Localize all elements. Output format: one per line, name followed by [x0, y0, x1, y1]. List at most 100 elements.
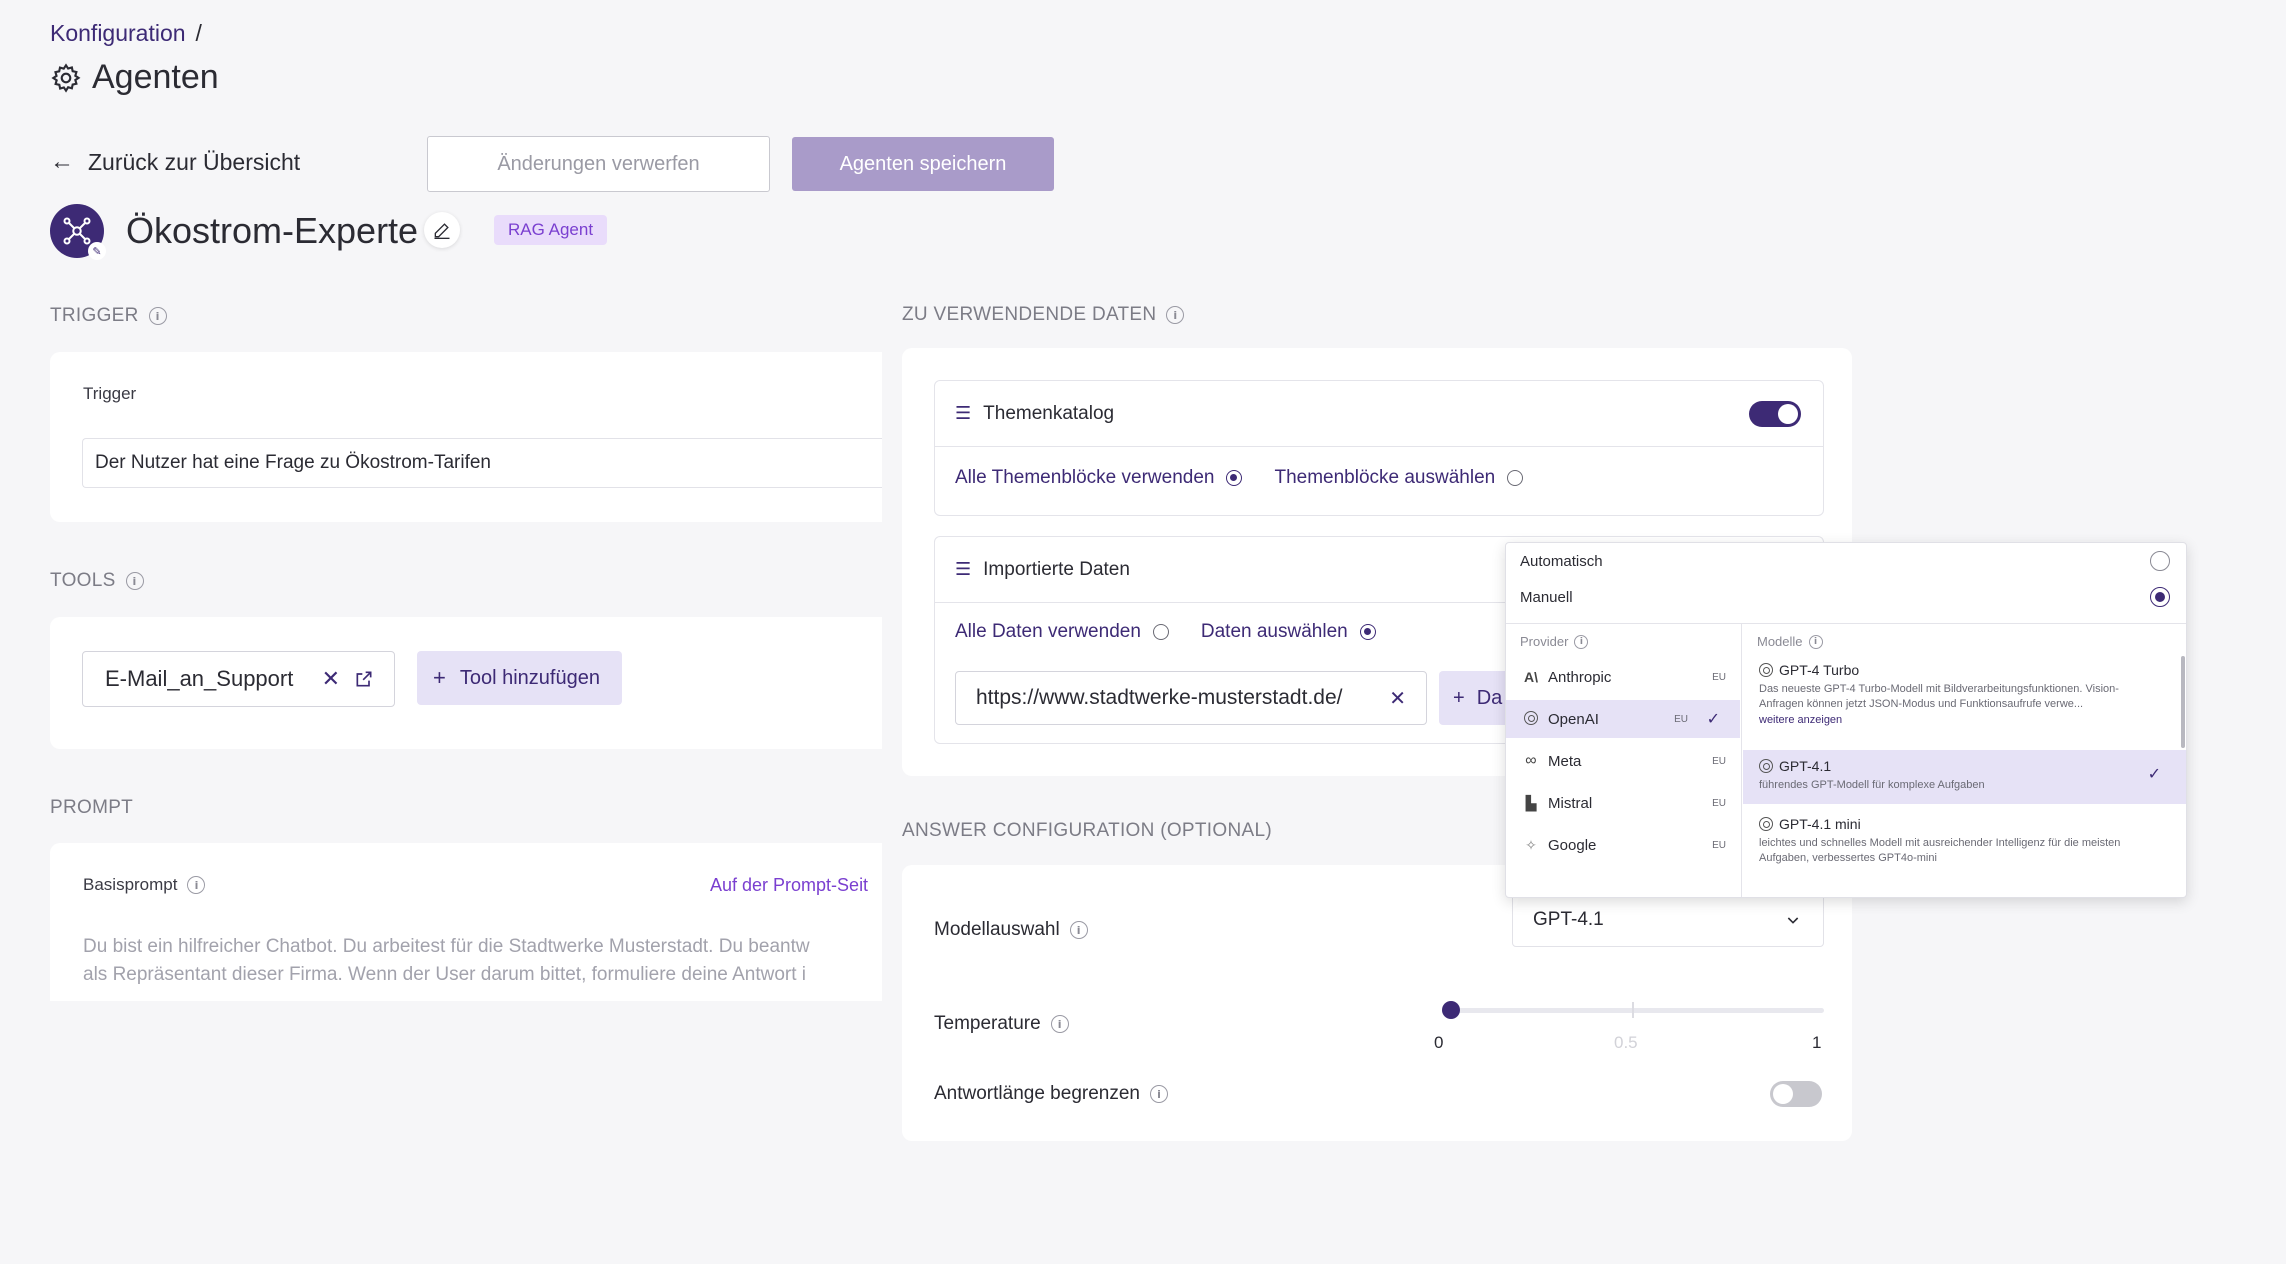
mode-automatic[interactable]: Automatisch: [1506, 543, 2186, 579]
pencil-icon: [434, 223, 450, 239]
option-all-themes[interactable]: Alle Themenblöcke verwenden: [955, 467, 1214, 489]
model-select[interactable]: GPT-4.1: [1512, 893, 1824, 947]
add-data-label: Da: [1476, 686, 1503, 709]
radio-select-themes[interactable]: [1507, 470, 1524, 486]
trigger-input-value: Der Nutzer hat eine Frage zu Ökostrom-Ta…: [95, 452, 491, 473]
model-description: Das neueste GPT-4 Turbo-Modell mit Bildv…: [1759, 683, 2119, 695]
info-icon[interactable]: i: [125, 572, 144, 590]
model-gpt41[interactable]: GPT-4.1 führendes GPT-Modell für komplex…: [1743, 750, 2186, 804]
tool-chip[interactable]: E-Mail_an_Support ✕: [82, 651, 395, 707]
catalog-toggle[interactable]: [1749, 401, 1801, 427]
google-icon: ✧: [1525, 836, 1537, 853]
info-icon[interactable]: i: [1166, 306, 1185, 324]
list-icon: ☰: [955, 403, 972, 423]
provider-openai[interactable]: OpenAI EU ✓: [1506, 700, 1740, 738]
model-description: Aufgaben, verbessertes GPT4o-mini: [1759, 852, 1937, 864]
models-header: Modelle i: [1757, 634, 1823, 649]
provider-header: Provider i: [1520, 634, 1589, 649]
model-gpt4-turbo[interactable]: GPT-4 Turbo Das neueste GPT-4 Turbo-Mode…: [1743, 662, 2186, 726]
trigger-input[interactable]: Der Nutzer hat eine Frage zu Ökostrom-Ta…: [82, 438, 882, 488]
model-gpt41-mini[interactable]: GPT-4.1 mini leichtes und schnelles Mode…: [1743, 816, 2186, 866]
url-chip-label: https://www.stadtwerke-musterstadt.de/: [976, 686, 1343, 709]
length-toggle[interactable]: [1770, 1081, 1822, 1107]
toggle-knob: [1773, 1084, 1793, 1104]
save-button[interactable]: Agenten speichern: [792, 137, 1054, 191]
imported-options: Alle Daten verwenden Daten auswählen: [955, 621, 1376, 643]
radio-manual[interactable]: [2150, 587, 2170, 607]
remove-url-icon[interactable]: ✕: [1389, 686, 1406, 711]
option-all-data[interactable]: Alle Daten verwenden: [955, 621, 1141, 643]
check-icon: ✓: [1706, 711, 1720, 728]
info-icon[interactable]: i: [1050, 1015, 1069, 1033]
model-dropdown: Automatisch Manuell Provider i A\ Anthro…: [1505, 542, 2187, 898]
show-more-link[interactable]: weitere anzeigen: [1759, 714, 2167, 726]
info-icon[interactable]: i: [1808, 634, 1823, 649]
provider-anthropic[interactable]: A\ Anthropic EU: [1506, 658, 1740, 696]
openai-icon: [1522, 710, 1540, 728]
tools-section-title: TOOLS i: [50, 570, 144, 592]
temperature-slider[interactable]: [1442, 1000, 1824, 1020]
info-icon[interactable]: i: [1574, 634, 1589, 649]
page-title-text: Agenten: [92, 58, 219, 96]
discard-button[interactable]: Änderungen verwerfen: [427, 136, 770, 192]
models-scrollbar[interactable]: [2181, 656, 2185, 748]
back-link-label: Zurück zur Übersicht: [88, 148, 301, 175]
provider-google[interactable]: ✧ Google EU: [1506, 826, 1740, 864]
openai-icon: [1759, 663, 1773, 677]
info-icon[interactable]: i: [1069, 921, 1088, 939]
agent-type-badge: RAG Agent: [494, 215, 608, 245]
trigger-section-title: TRIGGER i: [50, 305, 167, 327]
prompt-card: Basisprompt i Auf der Prompt-Seit Du bis…: [50, 843, 882, 1001]
option-select-data[interactable]: Daten auswählen: [1201, 621, 1348, 643]
meta-icon: ∞: [1525, 752, 1537, 769]
provider-meta[interactable]: ∞ Meta EU: [1506, 742, 1740, 780]
avatar-edit-icon[interactable]: ✎: [88, 242, 106, 260]
radio-all-data[interactable]: [1152, 624, 1169, 640]
option-select-themes[interactable]: Themenblöcke auswählen: [1274, 467, 1495, 489]
catalog-box: ☰ Themenkatalog Alle Themenblöcke verwen…: [934, 380, 1824, 516]
provider-mistral[interactable]: ▙ Mistral EU: [1506, 784, 1740, 822]
radio-select-data[interactable]: [1359, 624, 1376, 640]
plus-icon: +: [1453, 686, 1465, 709]
prompt-page-link[interactable]: Auf der Prompt-Seit: [710, 875, 868, 896]
remove-tool-icon[interactable]: ✕: [322, 666, 340, 692]
temp-max-label: 1: [1812, 1033, 1822, 1052]
edit-name-button[interactable]: [424, 212, 460, 248]
tool-chip-label: E-Mail_an_Support: [105, 666, 294, 691]
model-description: leichtes und schnelles Modell mit ausrei…: [1759, 837, 2121, 849]
agent-avatar[interactable]: ✎: [50, 204, 106, 260]
answer-config-section-title: ANSWER CONFIGURATION (OPTIONAL): [902, 820, 1272, 841]
openai-icon: [1759, 817, 1773, 831]
breadcrumb-konfiguration[interactable]: Konfiguration: [50, 20, 186, 47]
data-section-title: ZU VERWENDENDE DATEN i: [902, 304, 1185, 326]
external-link-icon[interactable]: [354, 669, 374, 689]
radio-automatic[interactable]: [2150, 551, 2170, 571]
list-icon: ☰: [955, 559, 972, 579]
catalog-options: Alle Themenblöcke verwenden Themenblöcke…: [955, 467, 1524, 489]
info-icon[interactable]: i: [1149, 1085, 1168, 1103]
provider-column: Provider i A\ Anthropic EU OpenAI EU ✓ ∞…: [1506, 624, 1742, 897]
prompt-text-line: als Repräsentant dieser Firma. Wenn der …: [83, 964, 807, 985]
prompt-text[interactable]: Du bist ein hilfreicher Chatbot. Du arbe…: [83, 933, 810, 989]
add-tool-button[interactable]: + Tool hinzufügen: [417, 651, 622, 705]
discard-button-label: Änderungen verwerfen: [497, 152, 700, 175]
catalog-title: Themenkatalog: [983, 402, 1115, 424]
gear-icon: [51, 62, 81, 93]
prompt-text-line: Du bist ein hilfreicher Chatbot. Du arbe…: [83, 936, 810, 957]
slider-thumb[interactable]: [1442, 1001, 1460, 1019]
info-icon[interactable]: i: [148, 307, 167, 325]
temp-mid-label: 0.5: [1614, 1033, 1638, 1052]
model-description: Anfragen können jetzt JSON-Modus und Fun…: [1759, 698, 2084, 710]
plus-icon: +: [433, 665, 446, 690]
info-icon[interactable]: i: [187, 876, 206, 894]
check-icon: ✓: [2147, 766, 2161, 783]
url-chip[interactable]: https://www.stadtwerke-musterstadt.de/ ✕: [955, 671, 1427, 725]
back-link[interactable]: ← Zurück zur Übersicht: [50, 148, 300, 176]
radio-all-themes[interactable]: [1226, 470, 1243, 486]
model-select-value: GPT-4.1: [1533, 909, 1604, 930]
model-description: führendes GPT-Modell für komplexe Aufgab…: [1759, 779, 1985, 791]
mode-manual[interactable]: Manuell: [1506, 579, 2186, 615]
agent-name: Ökostrom-Experte: [126, 210, 419, 251]
length-label: Antwortlänge begrenzen i: [934, 1083, 1168, 1105]
breadcrumb: Konfiguration /: [50, 20, 202, 47]
